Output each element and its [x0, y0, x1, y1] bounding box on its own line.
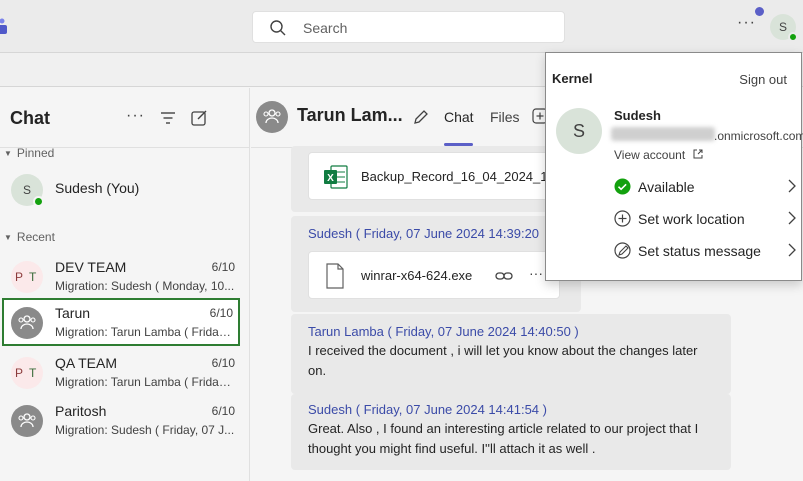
more-options-button[interactable]: ···: [737, 14, 756, 32]
tab-files[interactable]: Files: [490, 109, 520, 125]
chat-more-options-button[interactable]: ···: [126, 107, 146, 127]
message-bubble: Sudesh ( Friday, 07 June 2024 14:39:20 w…: [291, 216, 581, 312]
organization-name: Kernel: [552, 71, 593, 86]
file-name: winrar-x64-624.exe: [361, 268, 473, 283]
filter-icon[interactable]: [158, 108, 178, 128]
people-icon: [18, 413, 36, 428]
people-icon: [263, 109, 281, 124]
message-body: Great. Also , I found an interesting art…: [308, 421, 699, 456]
status-label: Available: [638, 179, 695, 195]
profile-name: Sudesh: [614, 108, 661, 123]
search-input[interactable]: Search: [252, 11, 565, 43]
presence-available-icon: [33, 196, 44, 207]
chat-row-name: Paritosh: [55, 403, 107, 419]
profile-email: .onmicrosoft.com: [714, 129, 803, 143]
message-body: I received the document , i will let you…: [308, 343, 698, 378]
redacted-email: [611, 127, 715, 141]
chat-row-tarun[interactable]: Tarun 6/10 Migration: Tarun Lamba ( Frid…: [2, 298, 240, 346]
location-label: Set work location: [638, 211, 745, 227]
chat-row-date: 6/10: [211, 356, 235, 370]
caret-down-icon: ▼: [4, 233, 12, 242]
file-attachment[interactable]: winrar-x64-624.exe ···: [308, 251, 560, 299]
link-icon[interactable]: [495, 269, 513, 283]
search-icon: [270, 20, 286, 36]
profile-avatar: S: [556, 108, 602, 154]
avatar-initial: P: [15, 366, 24, 380]
file-name: Backup_Record_16_04_2024_1: [361, 169, 548, 184]
message-meta: Sudesh ( Friday, 07 June 2024 14:39:20: [308, 226, 540, 241]
set-status-message-item[interactable]: Set status message: [611, 239, 797, 263]
chat-sidebar: Chat ··· ▼ Pinned S Sudesh (You) ▼ Recent …: [0, 88, 250, 481]
excel-file-icon: X: [324, 165, 348, 189]
chat-row-preview: Migration: Tarun Lamba ( Friday,...: [55, 375, 235, 389]
chat-row-name: Sudesh (You): [55, 180, 140, 196]
presence-available-icon: [788, 32, 798, 42]
file-icon: [326, 263, 344, 289]
view-account-link[interactable]: View account: [614, 148, 703, 162]
view-account-label: View account: [614, 148, 686, 162]
search-placeholder: Search: [303, 20, 348, 36]
avatar-initial: S: [22, 183, 31, 197]
message-bubble: Sudesh ( Friday, 07 June 2024 14:41:54 )…: [291, 394, 731, 470]
sign-out-link[interactable]: Sign out: [739, 72, 787, 87]
svg-text:X: X: [327, 173, 334, 184]
chat-row-date: 6/10: [209, 306, 233, 320]
avatar-initial: S: [778, 20, 787, 34]
chat-row-dev-team[interactable]: P T DEV TEAM 6/10 Migration: Sudesh ( Mo…: [2, 252, 240, 300]
chat-row-preview: Migration: Sudesh ( Friday, 07 J...: [55, 423, 235, 437]
chat-row-date: 6/10: [211, 404, 235, 418]
chat-row-sudesh[interactable]: S Sudesh (You): [2, 165, 240, 213]
chat-title: Tarun Lam...: [297, 105, 403, 125]
recent-label: Recent: [16, 230, 55, 244]
group-avatar: [11, 307, 43, 339]
people-icon: [18, 315, 36, 330]
pinned-section-toggle[interactable]: ▼ Pinned: [4, 146, 54, 160]
recent-section-toggle[interactable]: ▼ Recent: [4, 230, 55, 244]
status-available-item[interactable]: Available: [611, 175, 797, 199]
group-avatar: P T: [11, 357, 43, 389]
message-bubble: X Backup_Record_16_04_2024_1: [291, 146, 588, 212]
teams-logo-icon[interactable]: [0, 16, 10, 36]
message-meta: Tarun Lamba ( Friday, 07 June 2024 14:40…: [308, 324, 579, 339]
group-avatar[interactable]: [256, 101, 288, 133]
avatar-initial: S: [572, 121, 585, 141]
profile-flyout: Kernel Sign out S Sudesh .onmicrosoft.co…: [545, 52, 803, 281]
avatar-initial: T: [29, 366, 37, 380]
chevron-right-icon: [788, 179, 796, 193]
pinned-label: Pinned: [16, 146, 55, 160]
group-avatar: P T: [11, 261, 43, 293]
top-bar: Search ··· S: [0, 0, 803, 53]
avatar: S: [11, 174, 44, 207]
chat-row-qa-team[interactable]: P T QA TEAM 6/10 Migration: Tarun Lamba …: [2, 348, 240, 396]
message-meta: Sudesh ( Friday, 07 June 2024 14:41:54 ): [308, 402, 547, 417]
chevron-right-icon: [788, 211, 796, 225]
available-status-icon: [614, 178, 631, 195]
chat-row-name: DEV TEAM: [55, 259, 127, 275]
chat-row-paritosh[interactable]: Paritosh 6/10 Migration: Sudesh ( Friday…: [2, 396, 240, 444]
profile-avatar-button[interactable]: S: [770, 14, 798, 42]
avatar-initial: P: [15, 270, 24, 284]
status-message-label: Set status message: [638, 243, 761, 259]
new-chat-icon[interactable]: [189, 108, 209, 128]
chevron-right-icon: [788, 243, 796, 257]
edit-status-icon: [614, 242, 631, 259]
notification-dot: [755, 7, 764, 16]
open-external-icon: [693, 149, 702, 159]
chat-row-date: 6/10: [211, 260, 235, 274]
message-bubble: Tarun Lamba ( Friday, 07 June 2024 14:40…: [291, 314, 731, 394]
tab-chat[interactable]: Chat: [444, 109, 474, 125]
chat-row-name: QA TEAM: [55, 355, 117, 371]
chat-row-preview: Migration: Sudesh ( Monday, 10...: [55, 279, 235, 293]
caret-down-icon: ▼: [4, 149, 12, 158]
set-work-location-item[interactable]: Set work location: [611, 207, 797, 231]
chat-list-title: Chat: [10, 108, 50, 128]
group-avatar: [11, 405, 43, 437]
chat-row-preview: Migration: Tarun Lamba ( Friday,...: [55, 325, 235, 339]
avatar-initial: T: [29, 270, 37, 284]
file-more-options-icon[interactable]: ···: [529, 265, 543, 281]
chat-row-name: Tarun: [55, 305, 91, 321]
location-icon: [614, 210, 631, 227]
edit-pencil-icon[interactable]: [411, 107, 431, 127]
